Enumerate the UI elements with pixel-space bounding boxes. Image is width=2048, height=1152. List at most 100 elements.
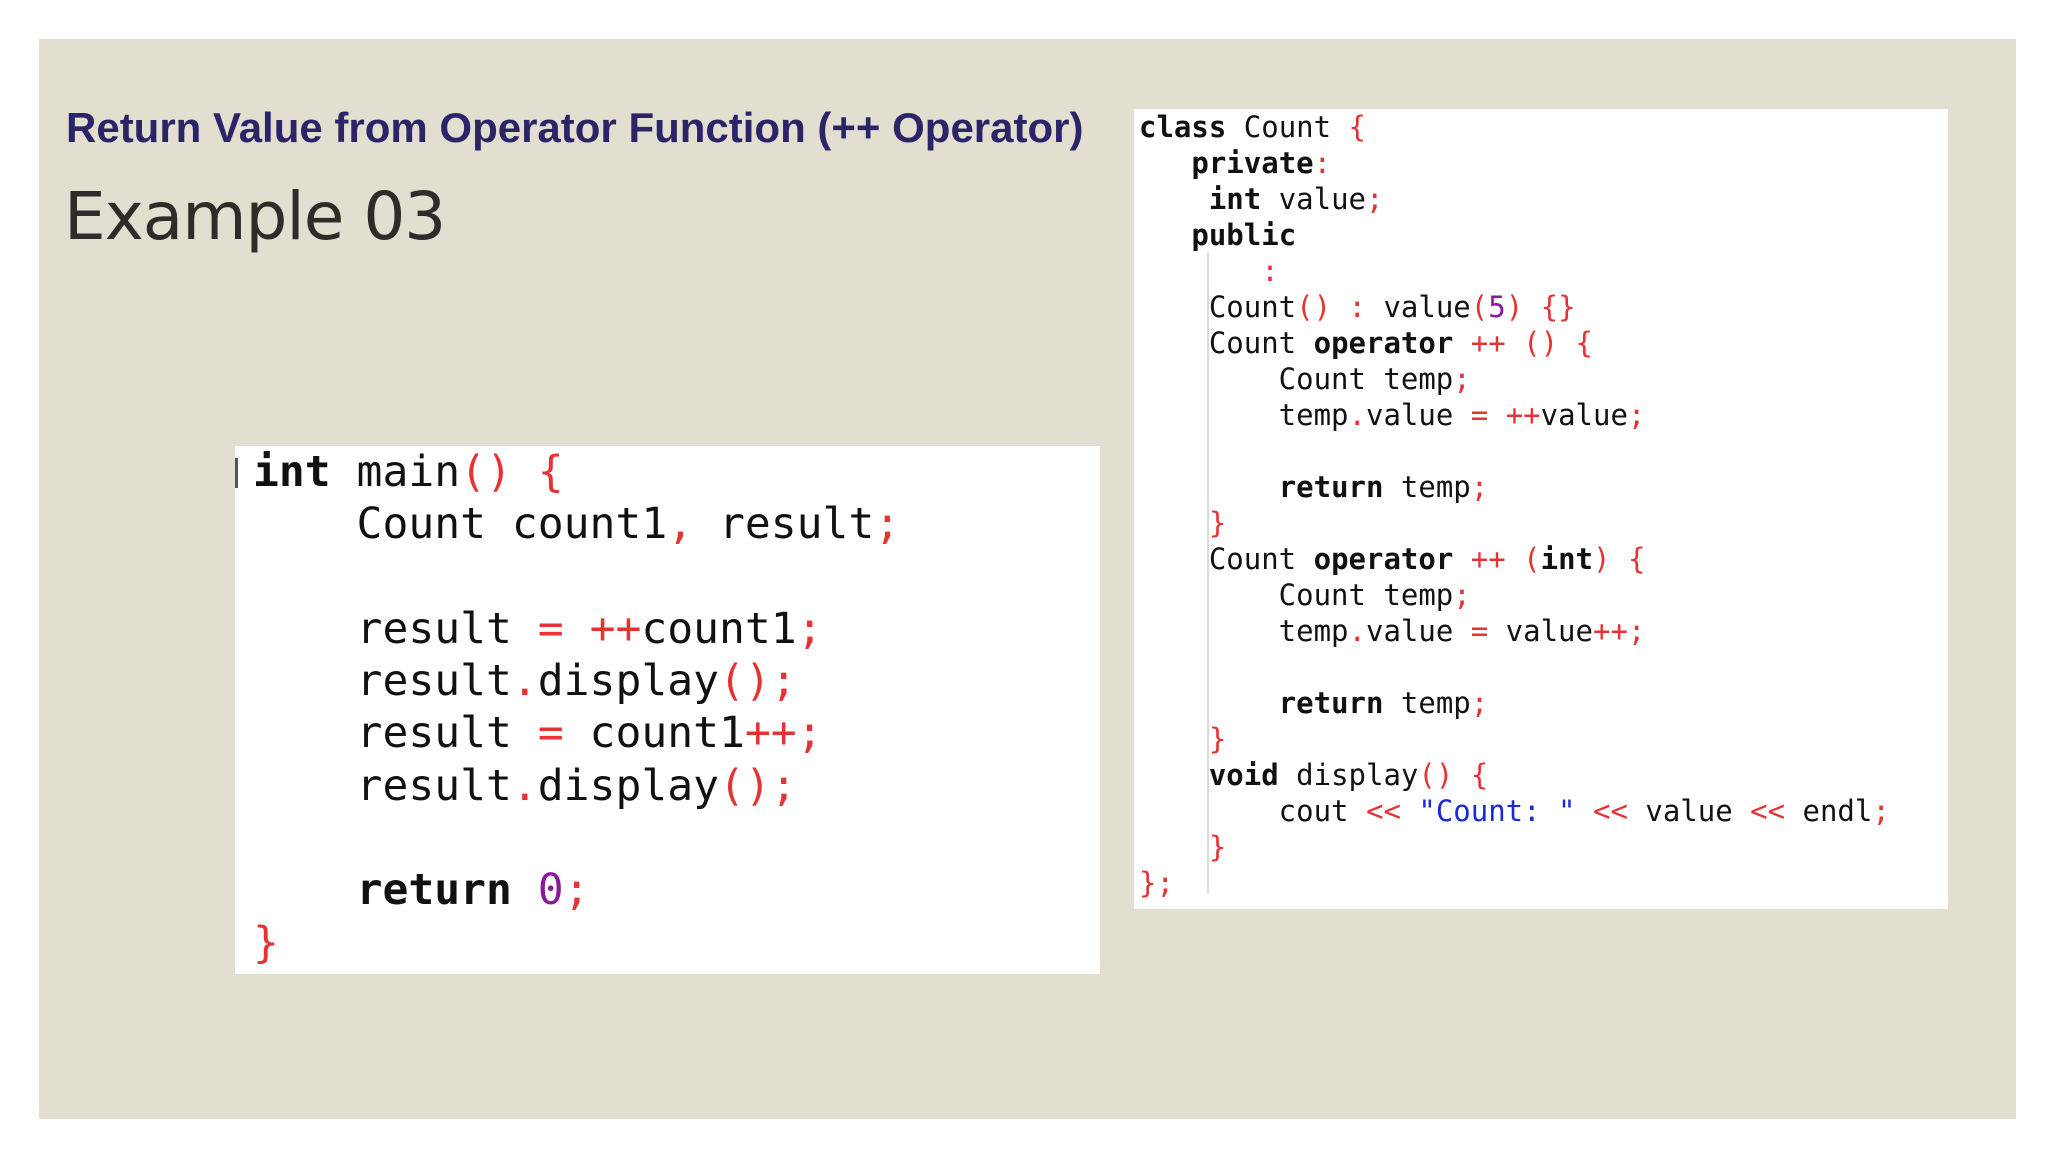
code-token: count1: [641, 603, 797, 654]
code-token: }: [1208, 830, 1227, 864]
code-token: ;: [796, 603, 823, 654]
code-token: int: [1208, 182, 1262, 216]
code-token: value: [1261, 182, 1366, 216]
code-token: result: [253, 760, 512, 811]
code-line: Count operator ++ (int) {: [1139, 541, 1890, 577]
code-line: temp.value = value++;: [1139, 613, 1890, 649]
code-line: Count temp;: [1139, 577, 1890, 613]
code-token: ): [1593, 542, 1611, 576]
code-token: "Count: ": [1418, 794, 1576, 828]
code-token: ;: [563, 865, 590, 916]
code-token: ();: [719, 760, 797, 811]
code-token: return: [356, 865, 512, 916]
code-line: int main() {: [253, 446, 900, 498]
code-token: Count: [1139, 290, 1297, 324]
code-token: int: [1540, 542, 1594, 576]
code-token: ;: [1470, 686, 1489, 720]
code-token: private: [1191, 146, 1314, 180]
slide-subtitle: Example 03: [64, 178, 446, 255]
code-token: value: [1540, 398, 1628, 432]
code-token: .: [1348, 398, 1366, 432]
code-token: count1: [563, 708, 745, 759]
code-token: ++;: [744, 708, 823, 759]
code-token: }: [253, 917, 279, 968]
code-line: temp.value = ++value;: [1139, 397, 1890, 433]
code-token: value: [1627, 794, 1751, 828]
code-token: operator: [1313, 542, 1454, 576]
code-line: }: [1139, 721, 1890, 757]
count-class-code-panel: class Count { private: int value; public…: [1134, 109, 1948, 909]
code-token: return: [1278, 470, 1384, 504]
code-token: temp: [1139, 398, 1349, 432]
code-token: ;: [1470, 470, 1489, 504]
code-token: Count temp: [1139, 578, 1454, 612]
code-token: {: [1348, 110, 1366, 144]
code-line: }: [253, 917, 900, 969]
code-line: result.display();: [253, 760, 900, 812]
code-token: 5: [1488, 290, 1506, 324]
code-token: display: [1278, 758, 1419, 792]
code-token: <<: [1750, 794, 1786, 828]
code-line: };: [1139, 865, 1890, 901]
code-line: Count() : value(5) {}: [1139, 289, 1890, 325]
code-token: Count count1: [253, 499, 668, 550]
code-token: ++: [1505, 398, 1541, 432]
code-token: cout: [1139, 794, 1366, 828]
code-token: <<: [1592, 794, 1628, 828]
code-token: ++: [589, 603, 642, 654]
code-token: };: [1139, 866, 1174, 900]
code-line: int value;: [1139, 181, 1890, 217]
code-token: :: [1313, 146, 1332, 180]
code-line: }: [1139, 505, 1890, 541]
main-function-code-panel: int main() { Count count1, result; resul…: [235, 446, 1100, 974]
code-token: ();: [719, 656, 797, 707]
code-token: return: [1278, 686, 1384, 720]
code-token: (): [1418, 758, 1454, 792]
code-token: :: [1261, 254, 1279, 288]
code-token: Count temp: [1139, 362, 1454, 396]
code-line: result.display();: [253, 655, 900, 707]
code-token: (): [1296, 290, 1332, 324]
code-token: {: [1470, 758, 1489, 792]
code-line: return temp;: [1139, 469, 1890, 505]
code-token: value: [1365, 398, 1471, 432]
code-token: ;: [1453, 578, 1471, 612]
code-token: result: [253, 708, 538, 759]
code-token: ;: [874, 499, 901, 550]
code-line: void display() {: [1139, 757, 1890, 793]
code-line: class Count {: [1139, 109, 1890, 145]
code-line: result = ++count1;: [253, 603, 900, 655]
code-line: public: [1139, 217, 1890, 253]
text-cursor: [235, 458, 238, 488]
code-token: .: [511, 760, 538, 811]
code-token: operator: [1313, 326, 1454, 360]
main-function-code: int main() { Count count1, result; resul…: [253, 446, 900, 969]
code-line: Count count1, result;: [253, 498, 901, 550]
code-token: display: [537, 760, 719, 811]
code-token: ;: [1872, 794, 1890, 828]
code-token: ++: [1470, 326, 1506, 360]
code-token: (: [1523, 542, 1541, 576]
code-token: main: [330, 447, 461, 497]
code-line: cout << "Count: " << value << endl;: [1139, 793, 1890, 829]
